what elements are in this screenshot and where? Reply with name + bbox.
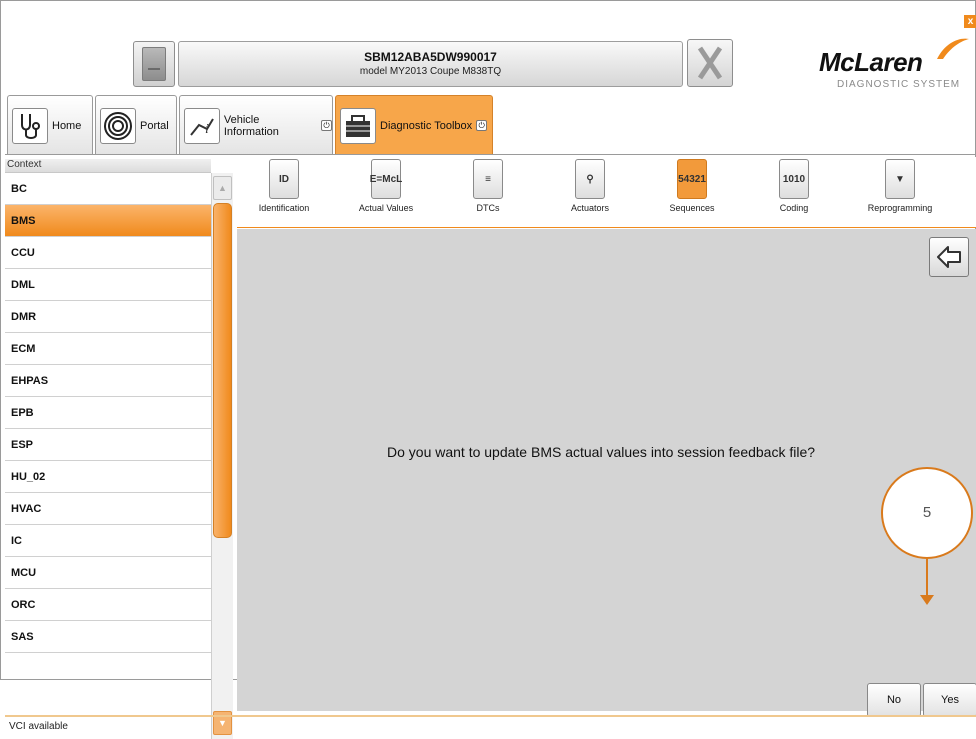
tab-home-label: Home (52, 119, 82, 132)
yes-button[interactable]: Yes (923, 683, 976, 717)
tab-divider (5, 154, 976, 155)
x-icon (697, 46, 723, 80)
context-item-esp[interactable]: ESP (5, 429, 211, 461)
actuators-icon: ⚲ (575, 159, 605, 199)
tab-vehicle-information-label: Vehicle Information (223, 113, 279, 138)
vehicle-banner: SBM12ABA5DW990017 model MY2013 Coupe M83… (178, 41, 683, 87)
context-item-ccu[interactable]: CCU (5, 237, 211, 269)
mclaren-logo: McLaren DIAGNOSTIC SYSTEM (807, 38, 969, 91)
tool-identification[interactable]: ID Identification (239, 159, 329, 213)
status-divider (5, 715, 976, 717)
tool-dtcs[interactable]: ≡ DTCs (443, 159, 533, 213)
context-item-hvac[interactable]: HVAC (5, 493, 211, 525)
coding-icon: 1010 (779, 159, 809, 199)
context-item-hu-02[interactable]: HU_02 (5, 461, 211, 493)
tool-sequences-label: Sequences (669, 203, 715, 213)
context-item-dml[interactable]: DML (5, 269, 211, 301)
car-icon (142, 47, 166, 81)
arrow-down-icon (920, 595, 934, 605)
identification-icon: ID (269, 159, 299, 199)
no-button[interactable]: No (867, 683, 921, 717)
tool-actual-values[interactable]: E=McL Actual Values (341, 159, 431, 213)
scroll-thumb[interactable] (213, 203, 232, 538)
tool-coding[interactable]: 1010 Coding (749, 159, 839, 213)
info-icon: i (184, 107, 220, 144)
reprogramming-icon: ▼ (885, 159, 915, 199)
context-item-bc[interactable]: BC (5, 173, 211, 205)
annotation-arrow-line (926, 559, 928, 597)
tab-portal[interactable]: Portal (95, 95, 177, 155)
tab-home[interactable]: Home (7, 95, 93, 155)
tool-actuators[interactable]: ⚲ Actuators (545, 159, 635, 213)
tab-portal-label: Portal (140, 119, 169, 132)
logo-subtitle: DIAGNOSTIC SYSTEM (837, 79, 961, 90)
sequences-icon: 54321 (677, 159, 707, 199)
dialog-question: Do you want to update BMS actual values … (387, 444, 816, 460)
content-panel: Do you want to update BMS actual values … (237, 229, 976, 717)
power-icon[interactable]: ⏻ (321, 120, 332, 131)
clear-vehicle-button[interactable] (687, 39, 733, 87)
tool-actual-values-label: Actual Values (358, 203, 414, 213)
model-text: model MY2013 Coupe M838TQ (359, 66, 502, 77)
step-annotation: 5 (881, 467, 973, 559)
context-item-dmr[interactable]: DMR (5, 301, 211, 333)
actual-values-icon: E=McL (370, 159, 402, 199)
tool-reprogramming[interactable]: ▼ Reprogramming (855, 159, 945, 213)
context-item-ecm[interactable]: ECM (5, 333, 211, 365)
power-icon[interactable]: ⏻ (476, 120, 488, 131)
context-item-bms[interactable]: BMS (5, 205, 211, 237)
context-item-ic[interactable]: IC (5, 525, 211, 557)
context-scrollbar[interactable]: ▲ ▼ (211, 173, 233, 739)
logo-wordmark: McLaren (819, 47, 923, 77)
app-window: x SBM12ABA5DW990017 model MY2013 Coupe M… (0, 0, 976, 739)
tab-diagnostic-toolbox-label: Diagnostic Toolbox (380, 119, 473, 132)
tool-identification-label: Identification (258, 203, 310, 213)
dtcs-icon: ≡ (473, 159, 503, 199)
context-item-mcu[interactable]: MCU (5, 557, 211, 589)
context-item-sas[interactable]: SAS (5, 621, 211, 653)
context-item-ehpas[interactable]: EHPAS (5, 365, 211, 397)
vin-text: SBM12ABA5DW990017 (364, 50, 497, 64)
tool-coding-label: Coding (779, 203, 809, 213)
tool-reprogramming-label: Reprogramming (867, 203, 933, 213)
status-text: VCI available (9, 721, 68, 732)
scroll-up-button[interactable]: ▲ (213, 176, 232, 200)
svg-text:i: i (205, 122, 209, 137)
back-button[interactable] (929, 237, 969, 277)
tool-actuators-label: Actuators (570, 203, 610, 213)
diagnostic-toolbar: ID Identification E=McL Actual Values ≡ … (237, 157, 976, 227)
tool-dtcs-label: DTCs (476, 203, 500, 213)
toolbox-icon (340, 107, 376, 144)
tool-sequences[interactable]: 54321 Sequences (647, 159, 737, 213)
toolbar-divider (237, 227, 976, 228)
vehicle-select-button[interactable] (133, 41, 175, 87)
tab-diagnostic-toolbox[interactable]: Diagnostic Toolbox ⏻ (335, 95, 493, 155)
context-item-epb[interactable]: EPB (5, 397, 211, 429)
stethoscope-icon (12, 107, 48, 144)
tab-vehicle-information[interactable]: i Vehicle Information ⏻ (179, 95, 333, 155)
context-item-orc[interactable]: ORC (5, 589, 211, 621)
swoosh-icon (937, 38, 969, 59)
close-window-button[interactable]: x (964, 15, 976, 28)
arrow-left-icon (937, 246, 961, 268)
spiral-icon (100, 107, 136, 144)
context-list: BC BMS CCU DML DMR ECM EHPAS EPB ESP HU_… (5, 173, 211, 653)
context-header: Context (5, 159, 211, 173)
